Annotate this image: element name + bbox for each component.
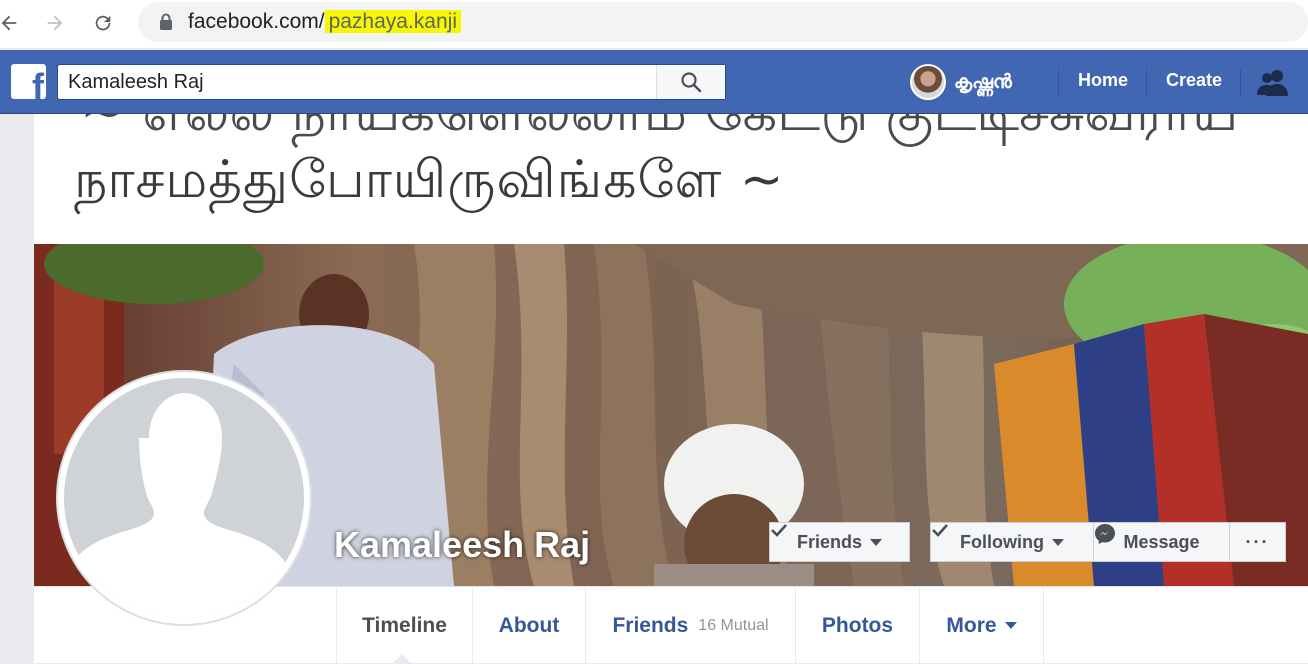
mutual-friends-count: 16 Mutual <box>698 616 769 634</box>
divider <box>1146 68 1147 96</box>
following-button-label: Following <box>960 531 1044 552</box>
caption-line-top: ~ எல்ல நாயகளெல்லாம் கேட்டு குட்டிச்சுவரா… <box>80 114 1238 151</box>
tab-photos[interactable]: Photos <box>795 587 919 664</box>
facebook-header: f കൃഷ്ണൻ Home Create <box>0 50 1308 114</box>
tab-photos-label: Photos <box>821 613 894 637</box>
reload-icon[interactable] <box>90 10 116 36</box>
cover-caption: ~ எல்ல நாயகளெல்லாம் கேட்டு குட்டிச்சுவரா… <box>34 114 1308 244</box>
tab-friends[interactable]: Friends 16 Mutual <box>585 587 795 664</box>
address-bar[interactable]: facebook.com/pazhaya.kanji <box>138 2 1308 42</box>
tab-more[interactable]: More <box>919 587 1044 664</box>
search-bar <box>57 64 726 100</box>
following-button[interactable]: Following <box>930 522 1094 562</box>
url-domain: facebook.com/ <box>188 10 325 33</box>
message-button[interactable]: Message <box>1093 522 1230 562</box>
search-input[interactable] <box>58 65 656 99</box>
divider <box>1058 68 1059 96</box>
home-link[interactable]: Home <box>1078 70 1128 91</box>
message-button-label: Message <box>1123 531 1200 552</box>
chevron-down-icon <box>1051 538 1064 546</box>
tab-about[interactable]: About <box>472 587 585 664</box>
friend-requests-icon[interactable] <box>1256 68 1290 96</box>
more-options-button[interactable]: ··· <box>1229 522 1286 562</box>
tab-timeline-label: Timeline <box>362 613 447 637</box>
caption-line: நாசமத்துபோயிருவிங்களே ~ <box>74 150 785 210</box>
default-avatar-icon <box>64 378 304 618</box>
forward-icon[interactable] <box>42 10 68 36</box>
search-icon <box>681 72 702 93</box>
chevron-down-icon <box>1004 622 1017 629</box>
profile-page: ~ எல்ல நாயகளெல்லாம் கேட்டு குட்டிச்சுவரா… <box>34 114 1308 664</box>
create-link[interactable]: Create <box>1166 70 1222 91</box>
friends-button[interactable]: Friends <box>769 522 910 562</box>
check-icon <box>771 524 787 537</box>
back-icon[interactable] <box>0 10 22 36</box>
avatar <box>910 64 946 100</box>
friends-button-label: Friends <box>796 531 862 552</box>
profile-name: Kamaleesh Raj <box>334 524 591 565</box>
chevron-down-icon <box>870 538 882 546</box>
url-text: facebook.com/pazhaya.kanji <box>188 10 461 34</box>
browser-toolbar: facebook.com/pazhaya.kanji <box>0 0 1308 48</box>
search-button[interactable] <box>656 65 725 99</box>
tab-about-label: About <box>498 613 560 637</box>
lock-icon <box>160 13 172 30</box>
tab-timeline[interactable]: Timeline <box>336 587 472 664</box>
facebook-logo-icon[interactable]: f <box>11 64 46 99</box>
tab-more-label: More <box>946 613 997 637</box>
profile-picture[interactable] <box>56 370 312 626</box>
user-name: കൃഷ്ണൻ <box>954 71 1012 93</box>
tab-friends-label: Friends <box>612 613 689 637</box>
divider <box>1240 68 1241 96</box>
messenger-icon <box>1095 524 1115 544</box>
more-options-icon: ··· <box>1245 531 1270 552</box>
url-path: pazhaya.kanji <box>324 10 461 33</box>
check-icon <box>932 524 948 537</box>
user-profile-link[interactable]: കൃഷ്ണൻ <box>910 64 1012 100</box>
